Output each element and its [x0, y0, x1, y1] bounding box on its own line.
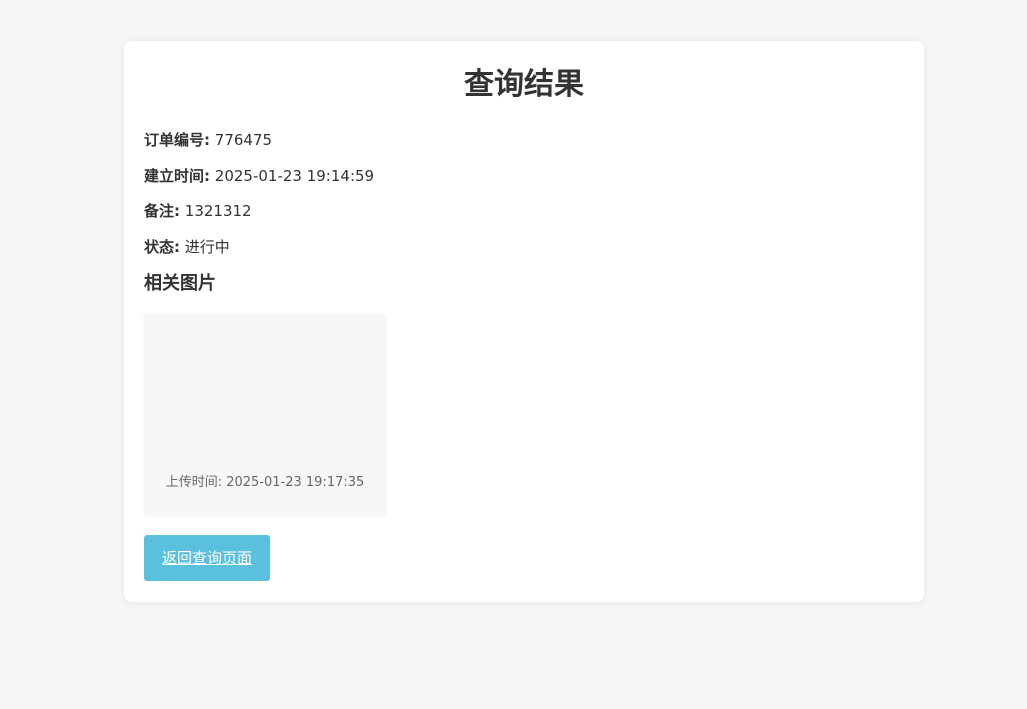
uploaded-image[interactable]: [154, 324, 376, 464]
image-card: 上传时间: 2025-01-23 19:17:35: [144, 314, 386, 516]
upload-time: 上传时间: 2025-01-23 19:17:35: [165, 475, 365, 490]
status-value: 进行中: [184, 238, 230, 256]
created-time-value: 2025-01-23 19:14:59: [214, 167, 375, 185]
created-time-label: 建立时间:: [144, 167, 210, 185]
created-time-row: 建立时间: 2025-01-23 19:14:59: [144, 166, 374, 186]
order-number-label: 订单编号:: [144, 131, 210, 149]
note-label: 备注:: [144, 202, 180, 220]
related-images-title: 相关图片: [144, 273, 216, 294]
order-number-row: 订单编号: 776475: [144, 130, 272, 150]
back-to-query-button[interactable]: 返回查询页面: [144, 535, 270, 581]
status-label: 状态:: [144, 238, 180, 256]
note-value: 1321312: [184, 202, 252, 220]
result-card: 查询结果 订单编号: 776475 建立时间: 2025-01-23 19:14…: [124, 41, 924, 602]
note-row: 备注: 1321312: [144, 201, 252, 221]
order-number-value: 776475: [214, 131, 273, 149]
status-row: 状态: 进行中: [144, 237, 230, 257]
page-title: 查询结果: [464, 67, 584, 102]
